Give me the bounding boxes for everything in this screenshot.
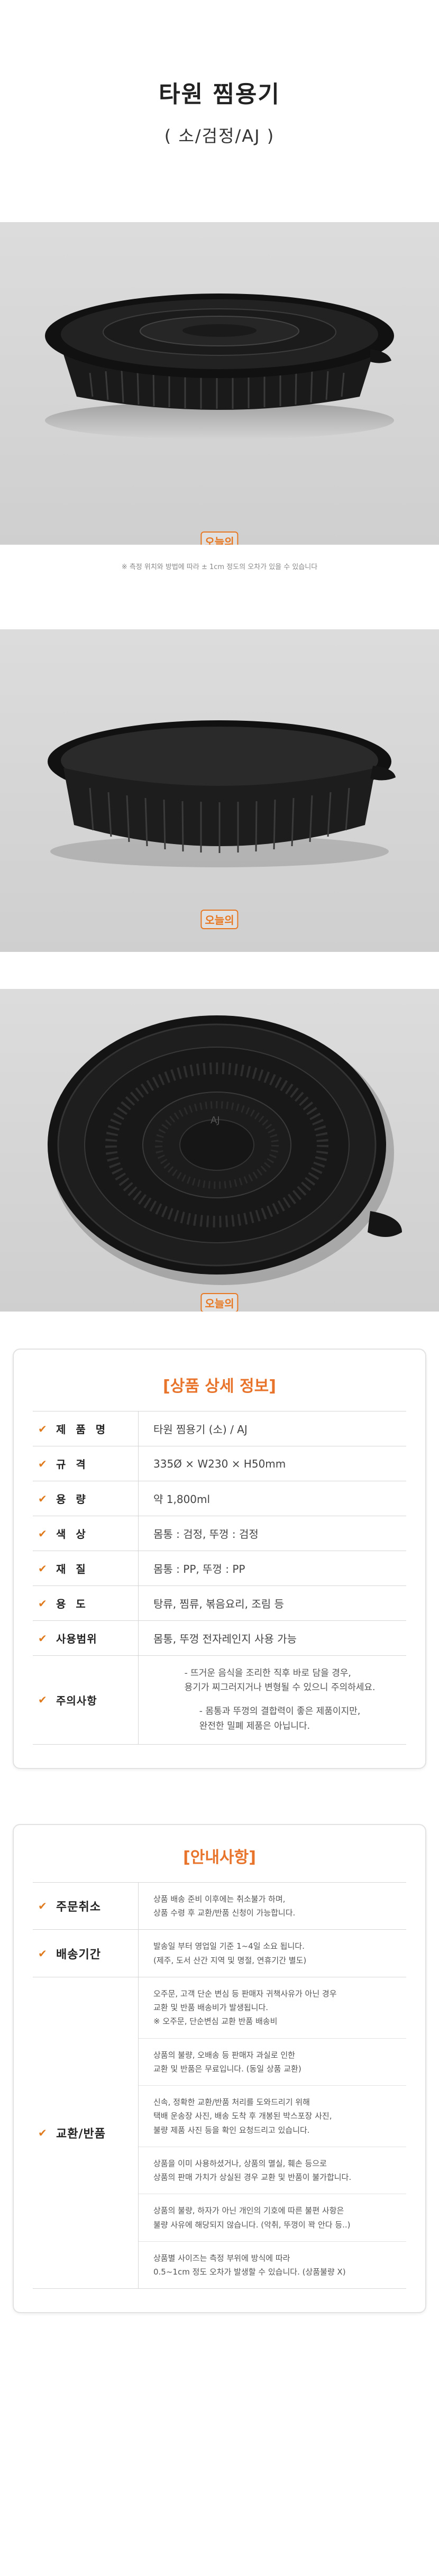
spec-label: 용 량 — [56, 1493, 89, 1506]
notice-text: 오주문, 고객 단순 변심 등 판매자 귀책사유가 아닌 경우 교환 및 반품 … — [153, 1988, 337, 2027]
caution-line: - 몸통과 뚜껑의 결합력이 좋은 제품이지만, 완전한 밀폐 제품은 아닙니다… — [199, 1706, 361, 1731]
check-icon: ✔ — [38, 1947, 47, 1960]
brand-watermark: 오늘의 — [200, 531, 239, 545]
check-icon: ✔ — [38, 1562, 47, 1575]
caution-line: - 뜨거운 음식을 조리한 직후 바로 담을 경우, 용기가 찌그러지거나 변형… — [184, 1668, 376, 1693]
spec-row: ✔ 용 량 약 1,800ml — [33, 1481, 406, 1516]
product-photo-side: 오늘의 — [0, 222, 439, 545]
brand-watermark-2: 오늘의 — [200, 910, 239, 929]
brand-watermark-3: 오늘의 — [200, 1293, 239, 1312]
check-icon: ✔ — [38, 1693, 47, 1707]
spec-value: 탕류, 찜류, 볶음요리, 조림 등 — [153, 1598, 284, 1610]
container-profile-image — [48, 720, 396, 867]
spec-label: 사용범위 — [56, 1633, 97, 1645]
container-top-image — [48, 1015, 402, 1285]
lid-embossed-label: AJ — [211, 1115, 220, 1126]
spec-value: 몸통 : PP, 뚜껑 : PP — [153, 1563, 245, 1575]
spec-table: ✔ 제 품 명 타원 찜용기 (소) / AJ ✔ 규 격 335Ø × W230 … — [33, 1411, 406, 1745]
notice-card-title: [안내사항] — [183, 1848, 256, 1867]
notice-table: ✔ 주문취소 상품 배송 준비 이후에는 취소불가 하며, 상품 수령 후 교환/… — [33, 1882, 406, 2289]
product-title-block: 타원 찜용기 ( 소/검정/AJ ) — [0, 0, 439, 222]
notice-text: 상품의 불량, 하자가 아닌 개인의 기호에 따른 불편 사항은 불량 사유에 … — [139, 2194, 406, 2241]
spec-row: ✔ 재 질 몸통 : PP, 뚜껑 : PP — [33, 1551, 406, 1585]
check-icon: ✔ — [38, 1492, 47, 1505]
check-icon: ✔ — [38, 1631, 47, 1645]
spec-value: 몸통 : 검정, 뚜껑 : 검정 — [153, 1528, 259, 1541]
check-icon: ✔ — [38, 1527, 47, 1540]
spec-value: 몸통, 뚜껑 전자레인지 사용 가능 — [153, 1633, 297, 1645]
check-icon: ✔ — [38, 1597, 47, 1610]
check-icon: ✔ — [38, 2126, 47, 2139]
notice-row: ✔ 교환/반품 오주문, 고객 단순 변심 등 판매자 귀책사유가 아닌 경우 교… — [33, 1976, 406, 2289]
check-icon: ✔ — [38, 1422, 47, 1435]
check-icon: ✔ — [38, 1900, 47, 1912]
notice-text: 상품별 사이즈는 측정 부위에 방식에 따라 0.5~1cm 정도 오차가 발생… — [139, 2241, 406, 2289]
spec-value: 약 1,800ml — [153, 1493, 211, 1506]
product-subtitle: ( 소/검정/AJ ) — [164, 126, 275, 146]
caution-label: 주의사항 — [56, 1694, 97, 1707]
spec-row: ✔ 제 품 명 타원 찜용기 (소) / AJ — [33, 1411, 406, 1446]
notice-text: 상품을 이미 사용하셨거나, 상품의 멸실, 훼손 등으로 상품의 판매 가치가… — [139, 2146, 406, 2194]
notice-label: 주문취소 — [56, 1901, 101, 1914]
spec-row: ✔ 용 도 탕류, 찜류, 볶음요리, 조림 등 — [33, 1585, 406, 1620]
product-photo-profile: 오늘의 — [0, 629, 439, 952]
notice-card: [안내사항] ✔ 주문취소 상품 배송 준비 이후에는 취소불가 하며, 상품 수… — [13, 1823, 426, 2314]
check-icon: ✔ — [38, 1457, 47, 1470]
caution-text: - 뜨거운 음식을 조리한 직후 바로 담을 경우, 용기가 찌그러지거나 변형… — [139, 1656, 406, 1744]
spec-row-caution: ✔ 주의사항 - 뜨거운 음식을 조리한 직후 바로 담을 경우, 용기가 찌그러… — [33, 1655, 406, 1745]
notice-text: 상품 배송 준비 이후에는 취소불가 하며, 상품 수령 후 교환/반품 신청이… — [153, 1894, 296, 1918]
notice-label: 배송기간 — [56, 1948, 101, 1961]
spec-row: ✔ 사용범위 몸통, 뚜껑 전자레인지 사용 가능 — [33, 1620, 406, 1655]
notice-text: 신속, 정확한 교환/반품 처리를 도와드리기 위해 택배 운송장 사진, 배송… — [139, 2085, 406, 2147]
spec-label: 재 질 — [56, 1563, 89, 1575]
notice-text: 상품의 불량, 오배송 등 판매자 과실로 인한 교환 및 반품은 무료입니다.… — [139, 2038, 406, 2086]
notice-row: ✔ 주문취소 상품 배송 준비 이후에는 취소불가 하며, 상품 수령 후 교환/… — [33, 1882, 406, 1930]
spec-row: ✔ 규 격 335Ø × W230 × H50mm — [33, 1446, 406, 1481]
spec-card-title: [상품 상세 정보] — [163, 1377, 276, 1396]
container-side-image — [45, 294, 394, 439]
spec-label: 제 품 명 — [56, 1423, 109, 1436]
spec-label: 색 상 — [56, 1528, 89, 1541]
spec-value: 335Ø × W230 × H50mm — [153, 1457, 286, 1470]
spec-card: [상품 상세 정보] ✔ 제 품 명 타원 찜용기 (소) / AJ ✔ 규 격 3… — [13, 1349, 426, 1769]
measurement-note: ※ 측정 위치와 방법에 따라 ± 1cm 정도의 오차가 있을 수 있습니다 — [121, 563, 318, 571]
spec-label: 용 도 — [56, 1598, 89, 1610]
notice-label: 교환/반품 — [56, 2128, 106, 2141]
spec-row: ✔ 색 상 몸통 : 검정, 뚜껑 : 검정 — [33, 1516, 406, 1551]
spec-value: 타원 찜용기 (소) / AJ — [153, 1423, 248, 1436]
product-title: 타원 찜용기 — [159, 81, 280, 108]
spec-label: 규 격 — [56, 1458, 89, 1471]
product-photo-top: AJ 오늘의 — [0, 989, 439, 1312]
notice-row: ✔ 배송기간 발송일 부터 영업일 기준 1~4일 소요 됩니다. (제주, 도서… — [33, 1929, 406, 1977]
notice-text: 발송일 부터 영업일 기준 1~4일 소요 됩니다. (제주, 도서 산간 지역… — [153, 1941, 307, 1965]
